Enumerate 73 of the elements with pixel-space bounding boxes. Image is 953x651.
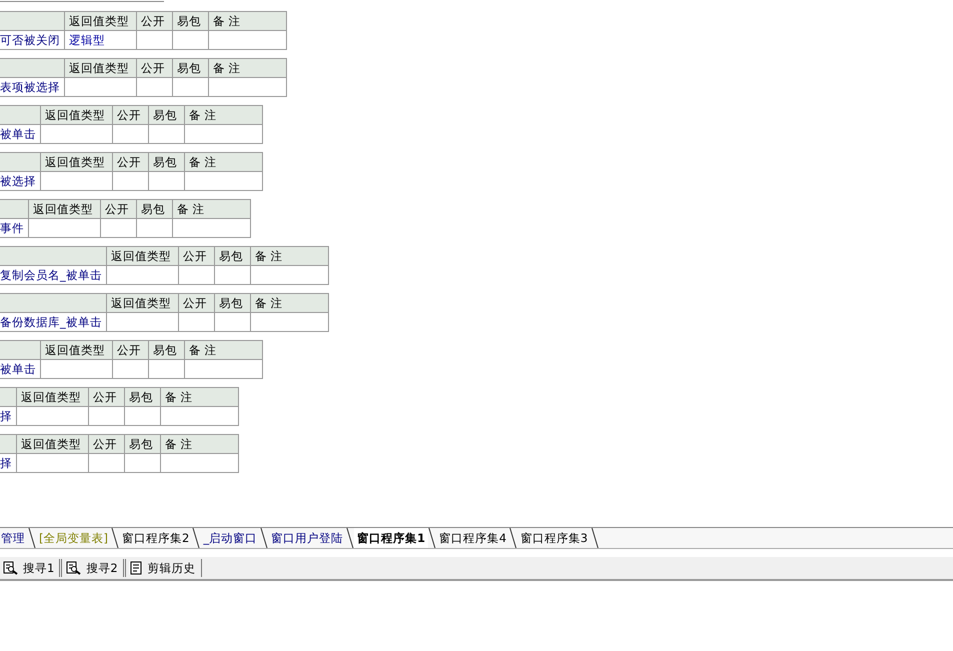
column-header: 公开 [88,434,124,454]
column-header: 易包 [148,340,184,360]
tab[interactable]: 窗口用户登陆 [268,528,346,548]
column-header: 备 注 [160,434,238,454]
column-header: 返回值类型 [16,388,88,406]
tab-divider [346,528,354,548]
subroutine-name: 备份数据库_被单击 [0,312,106,332]
column-header: 返回值类型 [64,12,136,30]
subroutine-name: 复制会员名_被单击 [0,266,106,284]
column-header: 备 注 [208,58,286,78]
column-header: 备 注 [172,200,250,218]
column-header: 公开 [112,106,148,124]
column-header: 易包 [148,152,184,172]
tab-divider [110,528,119,548]
tab-divider [428,528,436,548]
tab-divider [28,528,36,548]
subroutine-name: 被选择 [0,172,40,190]
column-header: 易包 [172,58,208,78]
column-header: 备 注 [250,294,328,312]
column-header: 公开 [136,58,172,78]
search-icon [3,561,18,575]
subroutine-name: 择 [0,406,16,426]
column-header: 返回值类型 [28,200,100,218]
column-header: 易包 [214,246,250,266]
column-header: 返回值类型 [40,340,112,360]
subroutine-name: 事件 [0,218,28,238]
column-header: 公开 [178,246,214,266]
subroutine-name: 被单击 [0,124,40,144]
column-header: 公开 [100,200,136,218]
column-header: 易包 [136,200,172,218]
tab-divider [260,528,268,548]
column-header: 返回值类型 [106,246,178,266]
column-header: 易包 [124,434,160,454]
tab[interactable]: 窗口程序集1 [354,528,428,548]
column-header: 返回值类型 [64,58,136,78]
column-header: 备 注 [184,340,262,360]
tab[interactable]: 窗口程序集4 [436,528,510,548]
column-header: 公开 [178,294,214,312]
column-header: 返回值类型 [40,106,112,124]
subroutine-name: 择 [0,454,16,472]
toolbar-button[interactable]: 搜寻2 [61,559,124,577]
tab[interactable]: 管理 [0,528,28,548]
column-header: 公开 [112,152,148,172]
column-header: 返回值类型 [16,434,88,454]
column-header: 公开 [88,388,124,406]
column-header: 公开 [112,340,148,360]
column-header: 公开 [136,12,172,30]
column-header: 备 注 [250,246,328,266]
subroutine-name: 被单击 [0,360,40,378]
column-header: 易包 [172,12,208,30]
column-header: 返回值类型 [40,152,112,172]
column-header: 易包 [124,388,160,406]
column-header: 备 注 [160,388,238,406]
column-header: 易包 [148,106,184,124]
document-icon [130,561,143,575]
subroutine-name: 可否被关闭 [0,30,64,50]
tab[interactable]: 窗口程序集2 [118,528,192,548]
toolbar-button[interactable]: 剪辑历史 [124,559,202,577]
subroutine-name: 表项被选择 [0,78,64,96]
column-header: 易包 [214,294,250,312]
tab[interactable]: _启动窗口 [200,528,260,548]
tab-divider [509,528,518,548]
search-icon [66,561,82,575]
column-header: 备 注 [184,106,262,124]
tab-divider [192,528,200,548]
column-header: 备 注 [208,12,286,30]
tab[interactable]: 窗口程序集3 [517,528,591,548]
column-header: 返回值类型 [106,294,178,312]
tab-divider [590,528,599,548]
column-header: 备 注 [184,152,262,172]
table-cell: 逻辑型 [64,30,136,50]
tab[interactable]: [全局变量表] [36,528,111,548]
toolbar-button[interactable]: 搜寻1 [0,559,60,577]
